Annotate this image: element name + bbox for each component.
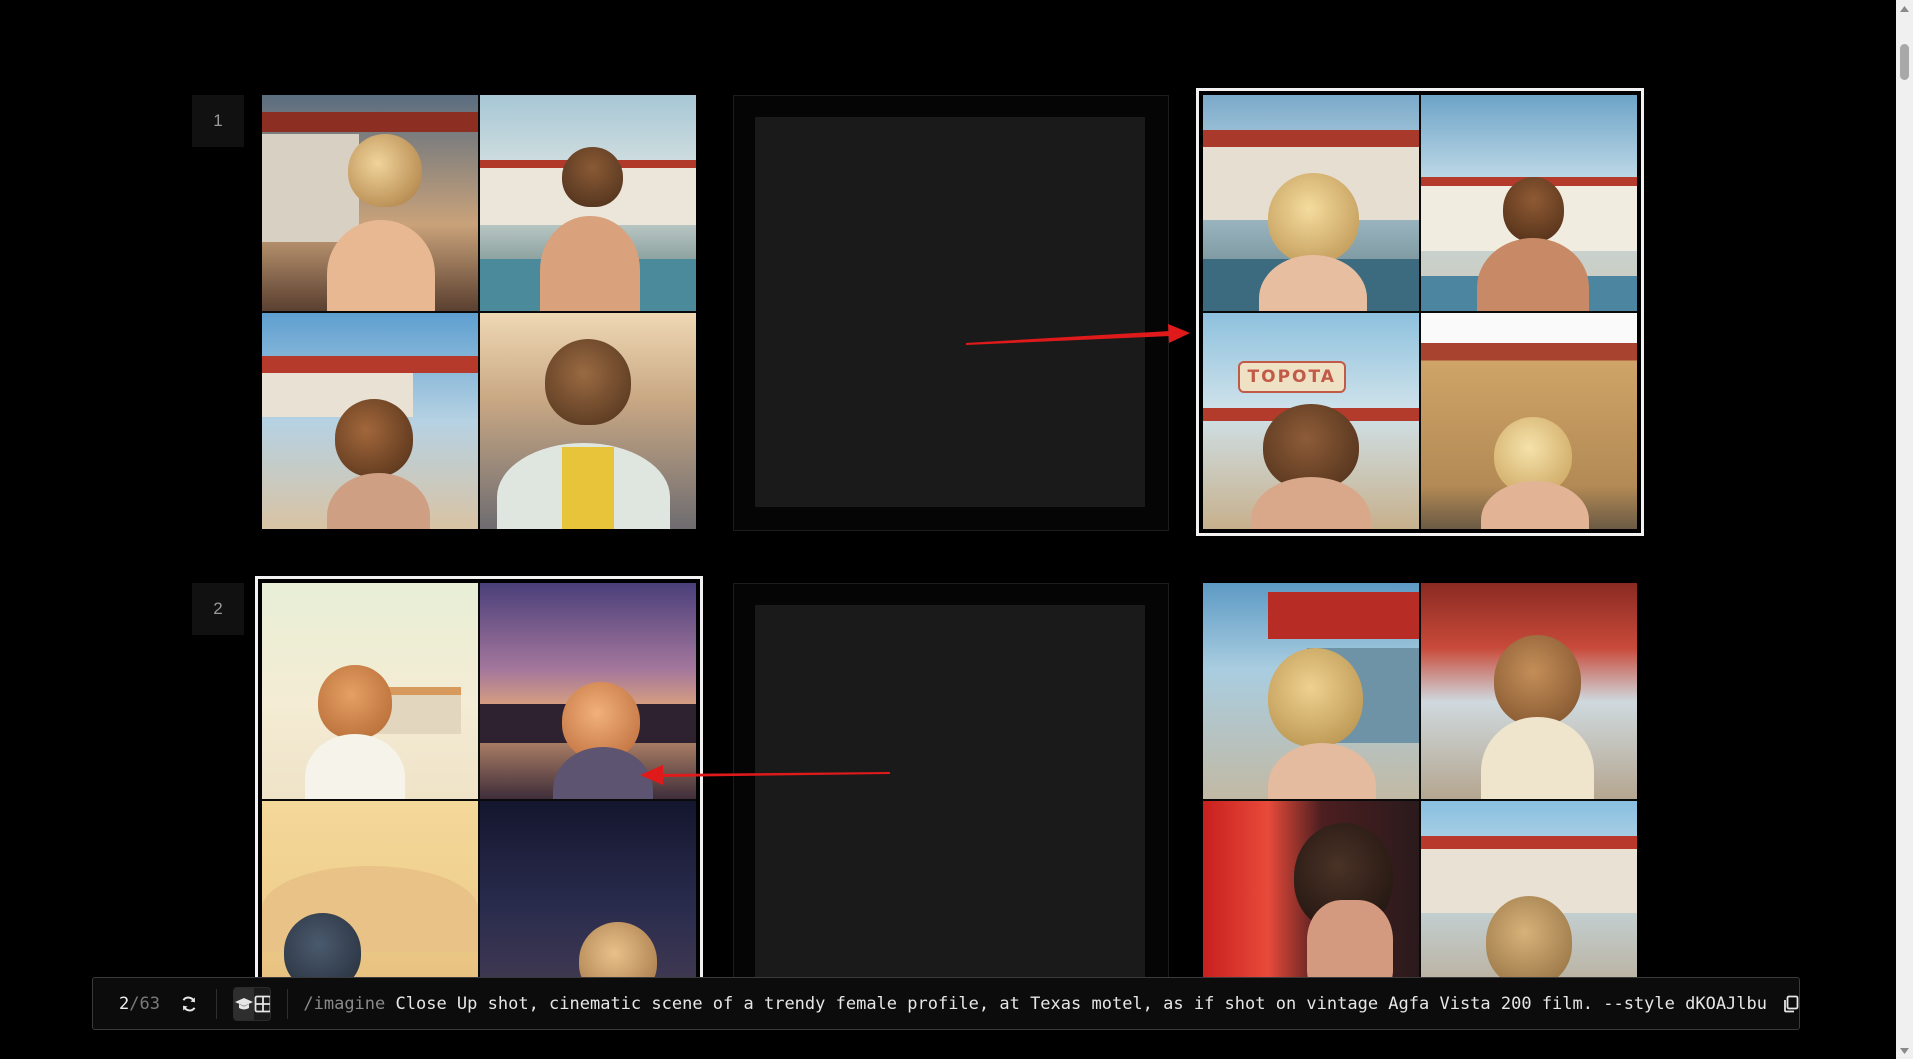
results-viewport: 1 TOPOTA 2 2 / 63 /imagine Close Up shot…: [0, 0, 1896, 1059]
copy-button[interactable]: [1783, 993, 1799, 1015]
job-counter: 2 / 63: [119, 994, 160, 1014]
row-number-2: 2: [192, 583, 244, 635]
refresh-button[interactable]: [180, 993, 198, 1015]
image-grid-row1-c-selected[interactable]: TOPOTA: [1196, 88, 1644, 536]
image-tile[interactable]: TOPOTA: [1203, 313, 1419, 529]
row-number-label: 1: [213, 111, 223, 130]
counter-current: 2: [119, 993, 130, 1014]
image-tile[interactable]: [1203, 583, 1419, 799]
image-grid-row1-a[interactable]: [262, 95, 696, 529]
row-number-1: 1: [192, 95, 244, 147]
counter-total: 63: [139, 993, 160, 1014]
prompt-command: /imagine: [303, 993, 386, 1014]
view-toggle: [232, 986, 271, 1021]
graduation-cap-button[interactable]: [233, 987, 254, 1020]
image-tile[interactable]: [1421, 313, 1637, 529]
image-tile[interactable]: [262, 95, 478, 311]
image-tile[interactable]: [480, 95, 696, 311]
prompt-body: Close Up shot, cinematic scene of a tren…: [395, 993, 1767, 1014]
scroll-down-button[interactable]: [1896, 1042, 1913, 1059]
prompt-text: /imagine Close Up shot, cinematic scene …: [303, 994, 1767, 1014]
image-placeholder: [733, 583, 1169, 1019]
grid-view-button[interactable]: [254, 988, 270, 1020]
copy-icon: [1784, 995, 1799, 1012]
image-tile[interactable]: [262, 583, 478, 799]
image-grid-row2-a-selected[interactable]: [255, 576, 703, 1024]
row-number-label: 2: [213, 599, 223, 618]
image-tile[interactable]: [262, 313, 478, 529]
image-tile[interactable]: [1203, 95, 1419, 311]
image-tile[interactable]: [480, 313, 696, 529]
image-placeholder: [733, 95, 1169, 531]
placeholder-surface: [755, 117, 1145, 507]
scroll-down-arrow-icon: [1900, 1047, 1909, 1054]
image-tile[interactable]: [480, 583, 696, 799]
divider: [215, 988, 217, 1019]
refresh-icon: [182, 996, 196, 1011]
prompt-bar: 2 / 63 /imagine Close Up shot, cinematic…: [92, 977, 1800, 1030]
scroll-up-button[interactable]: [1896, 0, 1913, 17]
image-grid-row2-c[interactable]: [1203, 583, 1637, 1017]
divider: [286, 988, 288, 1019]
scroll-up-arrow-icon: [1900, 5, 1909, 12]
scrollbar-thumb[interactable]: [1900, 44, 1909, 80]
counter-separator: /: [129, 993, 140, 1014]
image-tile[interactable]: [1421, 583, 1637, 799]
graduation-cap-icon: [234, 997, 253, 1009]
grid-icon: [254, 995, 270, 1012]
placeholder-surface: [755, 605, 1145, 995]
vertical-scrollbar[interactable]: [1896, 0, 1913, 1059]
image-tile[interactable]: [1421, 95, 1637, 311]
motel-sign: TOPOTA: [1237, 360, 1346, 393]
